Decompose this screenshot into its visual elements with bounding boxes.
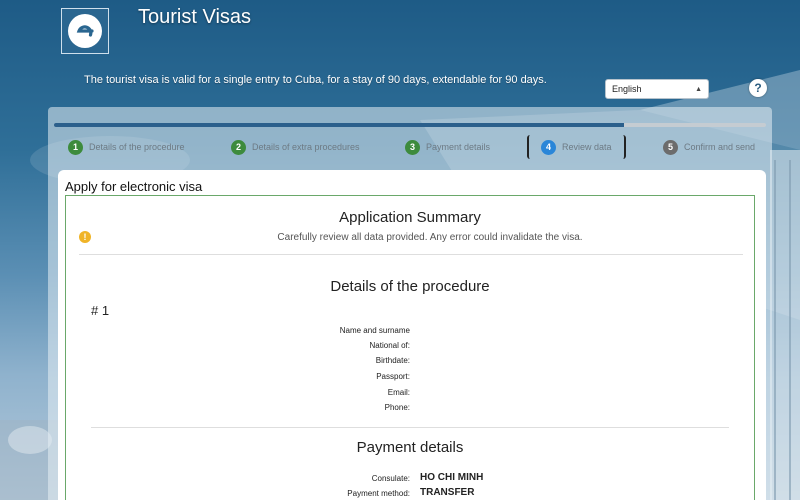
step-details-of-procedure[interactable]: 1 Details of the procedure: [68, 135, 185, 159]
wizard-progress-bar: [54, 123, 766, 127]
logo-e-icon: [68, 14, 102, 48]
step-number-badge: 3: [405, 139, 420, 155]
step-number-badge: 5: [663, 139, 678, 155]
step-number-badge: 2: [231, 139, 246, 155]
payment-section-title: Payment details: [356, 439, 464, 456]
applicant-number: # 1: [91, 303, 110, 318]
field-label-nationality: National of:: [369, 341, 410, 350]
field-label-email: Email:: [387, 388, 410, 397]
select-arrows-icon: ▲: [695, 85, 702, 93]
help-button[interactable]: ?: [749, 79, 767, 97]
step-payment-details[interactable]: 3 Payment details: [405, 135, 490, 159]
visa-intro-text: The tourist visa is valid for a single e…: [84, 74, 547, 86]
field-label-consulate: Consulate:: [371, 474, 410, 483]
field-label-birthdate: Birthdate:: [375, 356, 410, 365]
language-select[interactable]: English ▲: [605, 79, 709, 99]
application-summary: Application Summary ! Carefully review a…: [65, 195, 755, 500]
form-title: Apply for electronic visa: [65, 179, 203, 194]
step-label: Details of extra procedures: [252, 142, 360, 152]
divider: [91, 427, 729, 428]
step-label: Payment details: [426, 142, 491, 152]
summary-title: Application Summary: [339, 209, 481, 226]
step-number-badge: 1: [68, 139, 83, 155]
step-details-of-extra-procedures[interactable]: 2 Details of extra procedures: [231, 135, 360, 159]
step-label: Confirm and send: [684, 142, 756, 152]
step-label: Details of the procedure: [89, 142, 185, 152]
field-label-passport: Passport:: [376, 372, 410, 381]
step-label: Review data: [562, 142, 612, 152]
language-select-value: English: [612, 84, 642, 94]
divider: [79, 254, 743, 255]
step-confirm-and-send[interactable]: 5 Confirm and send: [663, 135, 755, 159]
field-label-phone: Phone:: [384, 403, 410, 412]
site-logo[interactable]: [61, 8, 109, 54]
step-number-badge: 4: [541, 139, 556, 155]
field-label-payment-method: Payment method:: [347, 489, 410, 498]
field-label-name: Name and surname: [339, 326, 410, 335]
procedure-section-title: Details of the procedure: [330, 278, 490, 295]
page-title: Tourist Visas: [138, 6, 252, 28]
wizard-steps: 1 Details of the procedure 2 Details of …: [48, 135, 772, 161]
field-value-payment-method: TRANSFER: [420, 487, 475, 498]
summary-warning-text: Carefully review all data provided. Any …: [277, 232, 583, 243]
wizard-progress-fill: [54, 123, 624, 127]
field-value-consulate: HO CHI MINH: [420, 472, 484, 483]
step-review-data[interactable]: 4 Review data: [527, 135, 626, 159]
form-content: Apply for electronic visa Application Su…: [58, 170, 766, 500]
question-mark-icon: ?: [754, 81, 762, 95]
